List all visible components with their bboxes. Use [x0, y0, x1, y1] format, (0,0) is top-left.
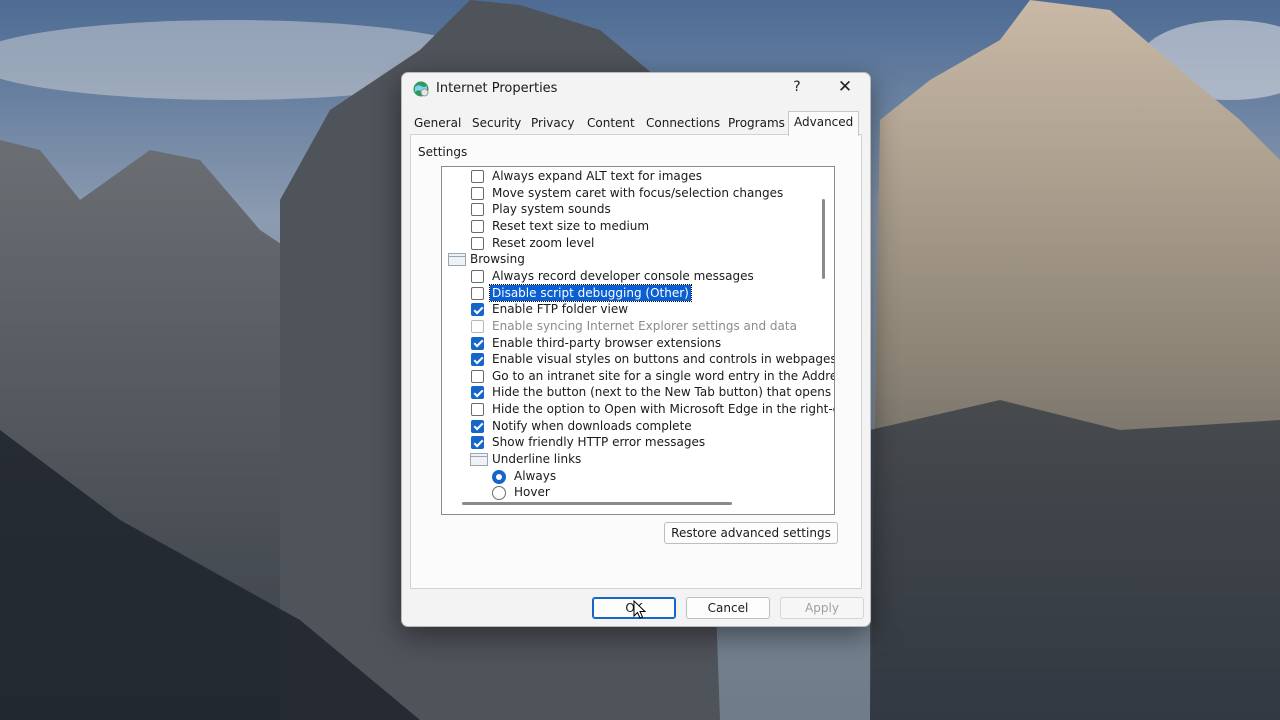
- checkbox[interactable]: [471, 269, 484, 283]
- settings-item-label: Hide the option to Open with Microsoft E…: [492, 402, 835, 417]
- checkbox-checked[interactable]: [471, 419, 484, 433]
- settings-row: Underline links: [442, 451, 834, 468]
- settings-row: Browsing: [442, 251, 834, 268]
- settings-row[interactable]: Move system caret with focus/selection c…: [442, 185, 834, 202]
- tab-general[interactable]: General: [410, 114, 465, 134]
- settings-row[interactable]: Hover: [442, 484, 834, 501]
- settings-row[interactable]: Show friendly HTTP error messages: [442, 434, 834, 451]
- settings-item-label: Disable script debugging (Other): [489, 283, 692, 302]
- restore-advanced-settings-button[interactable]: Restore advanced settings: [664, 522, 838, 544]
- title-bar[interactable]: Internet Properties ? ✕: [402, 73, 870, 105]
- checkbox-checked[interactable]: [471, 353, 484, 367]
- settings-row[interactable]: Play system sounds: [442, 201, 834, 218]
- checkbox-checked[interactable]: [471, 336, 484, 350]
- settings-row[interactable]: Always: [442, 468, 834, 485]
- horizontal-scrollbar-thumb[interactable]: [462, 502, 732, 505]
- settings-label: Settings: [418, 145, 468, 159]
- settings-row[interactable]: Enable visual styles on buttons and cont…: [442, 351, 835, 368]
- settings-item-label: Notify when downloads complete: [492, 418, 692, 433]
- settings-row[interactable]: Go to an intranet site for a single word…: [442, 368, 835, 385]
- settings-item-label: Always record developer console messages: [492, 268, 754, 283]
- settings-row[interactable]: Always record developer console messages: [442, 268, 834, 285]
- settings-item-label: Show friendly HTTP error messages: [492, 435, 706, 450]
- settings-row[interactable]: Enable FTP folder view: [442, 301, 834, 318]
- settings-row[interactable]: Disable script debugging (Other): [442, 283, 834, 302]
- settings-row[interactable]: Hide the button (next to the New Tab but…: [442, 384, 834, 401]
- dialog-title: Internet Properties: [436, 81, 558, 96]
- settings-row[interactable]: Notify when downloads complete: [442, 418, 834, 435]
- close-button[interactable]: ✕: [834, 77, 856, 99]
- settings-subgroup-icon: [470, 453, 488, 467]
- radio[interactable]: [492, 486, 506, 501]
- settings-item-label: Always expand ALT text for images: [492, 169, 702, 183]
- help-button[interactable]: ?: [786, 79, 808, 99]
- settings-item-label: Reset text size to medium: [492, 218, 650, 233]
- settings-item-label: Go to an intranet site for a single word…: [492, 368, 835, 383]
- tab-advanced[interactable]: Advanced: [788, 111, 860, 136]
- settings-row[interactable]: Reset text size to medium: [442, 218, 834, 235]
- tab-connections[interactable]: Connections: [642, 114, 724, 134]
- checkbox[interactable]: [471, 286, 484, 300]
- checkbox[interactable]: [471, 369, 484, 383]
- settings-item-label: Play system sounds: [492, 202, 611, 217]
- checkbox: [471, 319, 484, 333]
- tab-programs[interactable]: Programs: [724, 114, 789, 134]
- settings-item-label: Enable third-party browser extensions: [492, 335, 722, 350]
- apply-button[interactable]: Apply: [780, 597, 864, 619]
- mouse-pointer-icon: [633, 600, 647, 619]
- settings-item-label: Hover: [514, 485, 550, 500]
- checkbox[interactable]: [471, 170, 484, 183]
- internet-globe-icon: [413, 81, 429, 97]
- internet-properties-dialog: Internet Properties ? ✕ General Security…: [401, 72, 871, 627]
- settings-item-label: Underline links: [492, 452, 582, 467]
- checkbox-checked[interactable]: [471, 303, 484, 317]
- checkbox-checked[interactable]: [471, 386, 484, 400]
- tab-strip: General Security Privacy Content Connect…: [410, 111, 862, 136]
- settings-row[interactable]: Enable syncing Internet Explorer setting…: [442, 318, 834, 335]
- settings-item-label: Hide the button (next to the New Tab but…: [492, 385, 832, 400]
- checkbox[interactable]: [471, 203, 484, 217]
- settings-item-label: Enable visual styles on buttons and cont…: [492, 352, 835, 367]
- settings-item-label: Enable syncing Internet Explorer setting…: [492, 318, 797, 333]
- radio-selected[interactable]: [492, 469, 506, 484]
- settings-tree[interactable]: Hover Always Underline links Show friendly …: [441, 166, 835, 515]
- cancel-button[interactable]: Cancel: [686, 597, 770, 619]
- settings-item-label: Move system caret with focus/selection c…: [492, 185, 784, 200]
- tab-privacy[interactable]: Privacy: [527, 114, 578, 134]
- settings-group-icon: [448, 253, 466, 267]
- checkbox-checked[interactable]: [471, 436, 484, 450]
- settings-row[interactable]: Reset zoom level: [442, 235, 834, 252]
- tab-security[interactable]: Security: [468, 114, 525, 134]
- checkbox[interactable]: [471, 403, 484, 417]
- settings-row[interactable]: Always expand ALT text for images: [442, 168, 834, 185]
- settings-item-label: Reset zoom level: [492, 235, 595, 250]
- settings-item-label: Browsing: [470, 252, 525, 267]
- settings-item-label: Enable FTP folder view: [492, 302, 629, 317]
- tab-content[interactable]: Content: [583, 114, 639, 134]
- settings-row[interactable]: Hide the option to Open with Microsoft E…: [442, 401, 835, 418]
- settings-row[interactable]: Enable third-party browser extensions: [442, 335, 834, 352]
- settings-item-label: Always: [514, 468, 557, 483]
- vertical-scrollbar-thumb[interactable]: [822, 199, 825, 279]
- checkbox[interactable]: [471, 186, 484, 200]
- checkbox[interactable]: [471, 236, 484, 250]
- checkbox[interactable]: [471, 219, 484, 233]
